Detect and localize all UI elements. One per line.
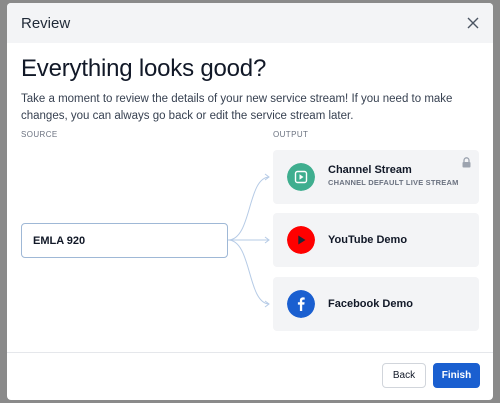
source-name: EMLA 920 — [33, 235, 86, 247]
back-button[interactable]: Back — [382, 363, 426, 388]
play-square-icon — [287, 163, 315, 191]
source-card[interactable]: EMLA 920 — [21, 223, 228, 258]
output-card-facebook[interactable]: Facebook Demo — [273, 277, 479, 331]
lock-icon — [462, 157, 471, 168]
output-name: Channel Stream — [328, 164, 412, 176]
output-name: YouTube Demo — [328, 234, 408, 246]
facebook-icon — [287, 290, 315, 318]
youtube-play-icon — [287, 226, 315, 254]
output-card-channel-stream[interactable]: Channel Stream CHANNEL DEFAULT LIVE STRE… — [273, 150, 479, 204]
footer-divider — [7, 352, 493, 353]
output-subtitle: CHANNEL DEFAULT LIVE STREAM — [328, 178, 459, 187]
finish-button[interactable]: Finish — [433, 363, 480, 388]
review-modal: Review Everything looks good? Take a mom… — [7, 3, 493, 400]
output-card-youtube[interactable]: YouTube Demo — [273, 213, 479, 267]
output-name: Facebook Demo — [328, 298, 413, 310]
